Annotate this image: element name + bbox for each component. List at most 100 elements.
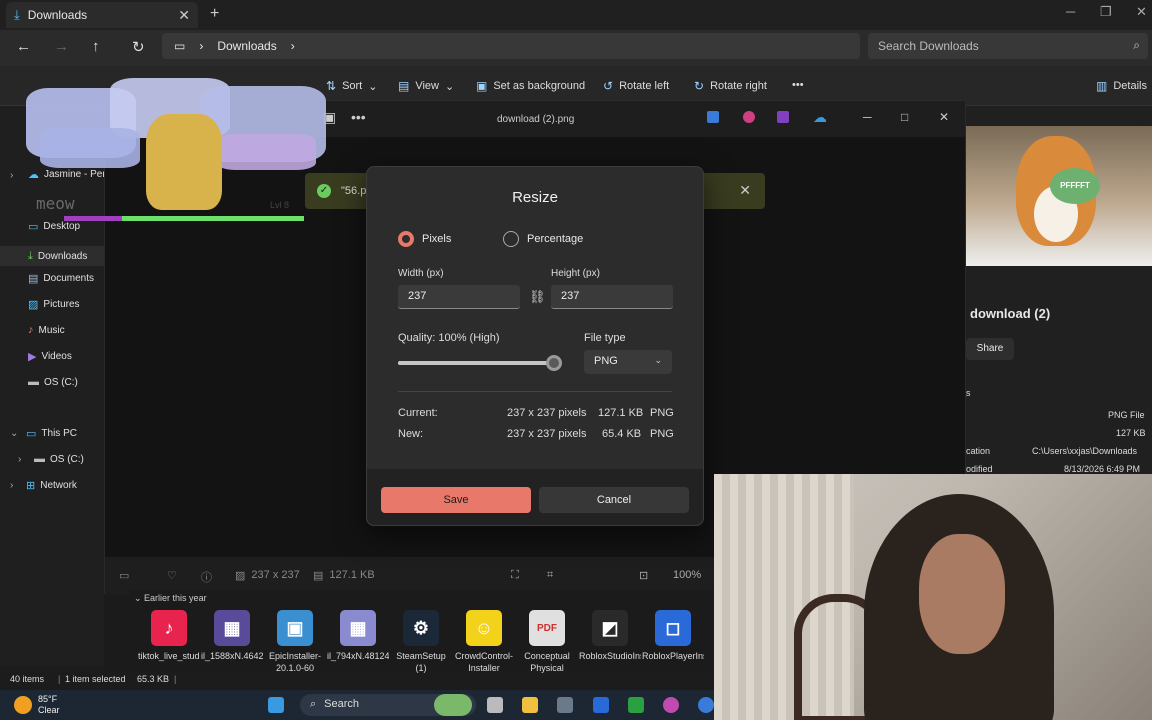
more-options-button[interactable]: ••• xyxy=(792,79,804,91)
close-tab-icon[interactable]: ✕ xyxy=(178,7,190,24)
sidebar-item-os-c[interactable]: ▬ OS (C:) xyxy=(28,376,78,388)
file-explorer-icon[interactable] xyxy=(522,697,538,713)
back-button[interactable]: ← xyxy=(16,38,31,55)
weather-widget[interactable]: 85°F Clear xyxy=(14,694,60,716)
start-button-icon[interactable] xyxy=(268,697,284,713)
search-highlight-icon[interactable] xyxy=(434,694,472,716)
details-label: Details xyxy=(1113,80,1147,92)
save-button[interactable]: Save xyxy=(381,487,531,513)
app-icon[interactable] xyxy=(777,111,789,123)
sidebar-item-documents[interactable]: ▤ Documents xyxy=(28,272,94,285)
close-icon[interactable]: ✕ xyxy=(739,182,751,199)
set-background-button[interactable]: ▣ Set as background xyxy=(476,79,585,93)
file-item[interactable]: ▣ EpicInstaller-20.1.0-60 xyxy=(264,610,326,674)
crop-icon[interactable]: ⛶ xyxy=(511,569,519,582)
details-pane-icon: ▥ xyxy=(1096,79,1108,93)
maximize-button[interactable]: □ xyxy=(901,110,908,124)
onedrive-icon[interactable]: ☁ xyxy=(813,109,827,126)
edge-icon[interactable] xyxy=(698,697,714,713)
close-window-button[interactable]: ✕ xyxy=(1136,4,1147,20)
file-item[interactable]: ◩RobloxStudioInstaller xyxy=(579,610,641,674)
breadcrumb[interactable]: ▭ › Downloads › xyxy=(162,33,860,59)
details-row-label: odified xyxy=(966,464,993,474)
app-icon[interactable] xyxy=(707,111,719,123)
xbox-icon[interactable] xyxy=(628,697,644,713)
sidebar-item-downloads[interactable]: ⤓ Downloads xyxy=(0,246,104,266)
current-type: PNG xyxy=(650,407,674,419)
info-icon[interactable]: ⓘ xyxy=(201,569,212,585)
group-header[interactable]: ⌄ Earlier this year xyxy=(134,593,207,604)
radio-percentage-label: Percentage xyxy=(527,233,584,245)
forward-button[interactable]: → xyxy=(54,38,69,55)
current-size: 127.1 KB xyxy=(598,407,644,419)
file-item[interactable]: ▦il_1588xN.4642753966 xyxy=(201,610,263,674)
rotate-right-button[interactable]: ↻ Rotate right xyxy=(694,79,767,93)
file-item[interactable]: ▦il_794xN.4812498343_i xyxy=(327,610,389,674)
details-button[interactable]: ▥ Details xyxy=(1096,79,1147,93)
file-item[interactable]: ♪tiktok_live_studio_dow xyxy=(138,610,200,674)
chevron-right-icon[interactable]: › xyxy=(10,170,13,181)
file-item[interactable]: ⚙ SteamSetup (1) xyxy=(390,610,452,674)
radio-pixels[interactable]: Pixels xyxy=(398,231,451,247)
search-icon: ⌕ xyxy=(310,698,317,710)
filmstrip-icon[interactable]: ▭ xyxy=(119,569,129,582)
cancel-button[interactable]: Cancel xyxy=(539,487,689,513)
file-item[interactable]: PDF Conceptual Physical xyxy=(516,610,578,674)
zoom-level[interactable]: 100% xyxy=(673,569,701,581)
rotate-left-button[interactable]: ↺ Rotate left xyxy=(603,79,669,93)
sidebar-item-label: This PC xyxy=(41,428,77,439)
app-icon[interactable] xyxy=(743,111,755,123)
separator: | xyxy=(58,674,61,684)
copilot-icon[interactable] xyxy=(663,697,679,713)
sidebar-item-this-pc[interactable]: ▭ This PC xyxy=(26,427,77,440)
breadcrumb-downloads[interactable]: Downloads xyxy=(217,39,276,53)
view-button[interactable]: ▤ View ⌄ xyxy=(398,79,454,93)
tab-downloads[interactable]: ⤓ Downloads ✕ xyxy=(6,2,198,28)
current-dims: 237 x 237 pixels xyxy=(507,407,587,419)
width-input[interactable]: 237 xyxy=(398,285,520,309)
radio-selected-icon xyxy=(398,231,414,247)
minimize-button[interactable]: ─ xyxy=(863,110,872,124)
resize-dialog: Resize Pixels Percentage Width (px) Heig… xyxy=(366,166,704,526)
details-location: C:\Users\xxjas\Downloads xyxy=(1032,446,1138,456)
height-input[interactable]: 237 xyxy=(551,285,673,309)
share-button[interactable]: Share xyxy=(966,338,1014,360)
rotate-right-icon: ↻ xyxy=(694,79,705,93)
sort-button[interactable]: ⇅ Sort ⌄ xyxy=(326,79,377,93)
file-item[interactable]: ◻RobloxPlayerInstaller xyxy=(642,610,704,674)
file-item[interactable]: ☺ CrowdControl-Installer xyxy=(453,610,515,674)
close-button[interactable]: ✕ xyxy=(939,110,949,124)
chevron-right-icon: › xyxy=(290,39,295,53)
maximize-button[interactable]: ❐ xyxy=(1100,4,1112,20)
current-label: Current: xyxy=(398,407,438,419)
up-button[interactable]: ↑ xyxy=(92,38,100,55)
new-type: PNG xyxy=(650,428,674,440)
link-icon[interactable]: ⛓ xyxy=(529,289,546,305)
sidebar-item-network[interactable]: ⊞ Network xyxy=(26,479,77,492)
more-icon[interactable]: ••• xyxy=(351,109,366,125)
fit-icon[interactable]: ⊡ xyxy=(639,569,648,582)
taskbar-search-label: Search xyxy=(324,698,360,710)
file-type-select[interactable]: PNG ⌄ xyxy=(584,350,672,374)
refresh-button[interactable]: ↻ xyxy=(132,38,145,56)
chevron-down-icon[interactable]: ⌄ xyxy=(10,428,18,439)
quality-slider-thumb[interactable] xyxy=(546,355,562,371)
sidebar-item-music[interactable]: ♪ Music xyxy=(28,324,65,336)
chevron-right-icon[interactable]: › xyxy=(10,480,13,491)
chevron-right-icon[interactable]: › xyxy=(18,454,21,465)
app-icon[interactable] xyxy=(593,697,609,713)
pc-icon: ▭ xyxy=(26,428,37,440)
radio-percentage[interactable]: Percentage xyxy=(503,231,583,247)
new-tab-button[interactable]: + xyxy=(210,5,219,23)
sidebar-item-pictures[interactable]: ▨ Pictures xyxy=(28,298,80,311)
favorite-icon[interactable]: ♡ xyxy=(167,569,177,582)
quality-slider[interactable] xyxy=(398,355,562,371)
monitor-icon: ▭ xyxy=(174,39,186,53)
minimize-button[interactable]: ─ xyxy=(1066,4,1075,19)
scan-icon[interactable]: ⌗ xyxy=(547,569,553,582)
sidebar-item-videos[interactable]: ▶ Videos xyxy=(28,350,72,363)
search-input[interactable]: Search Downloads ⌕ xyxy=(868,33,1148,59)
task-view-icon[interactable] xyxy=(487,697,503,713)
app-icon[interactable] xyxy=(557,697,573,713)
sidebar-item-os-c-pc[interactable]: ▬ OS (C:) xyxy=(34,453,84,465)
